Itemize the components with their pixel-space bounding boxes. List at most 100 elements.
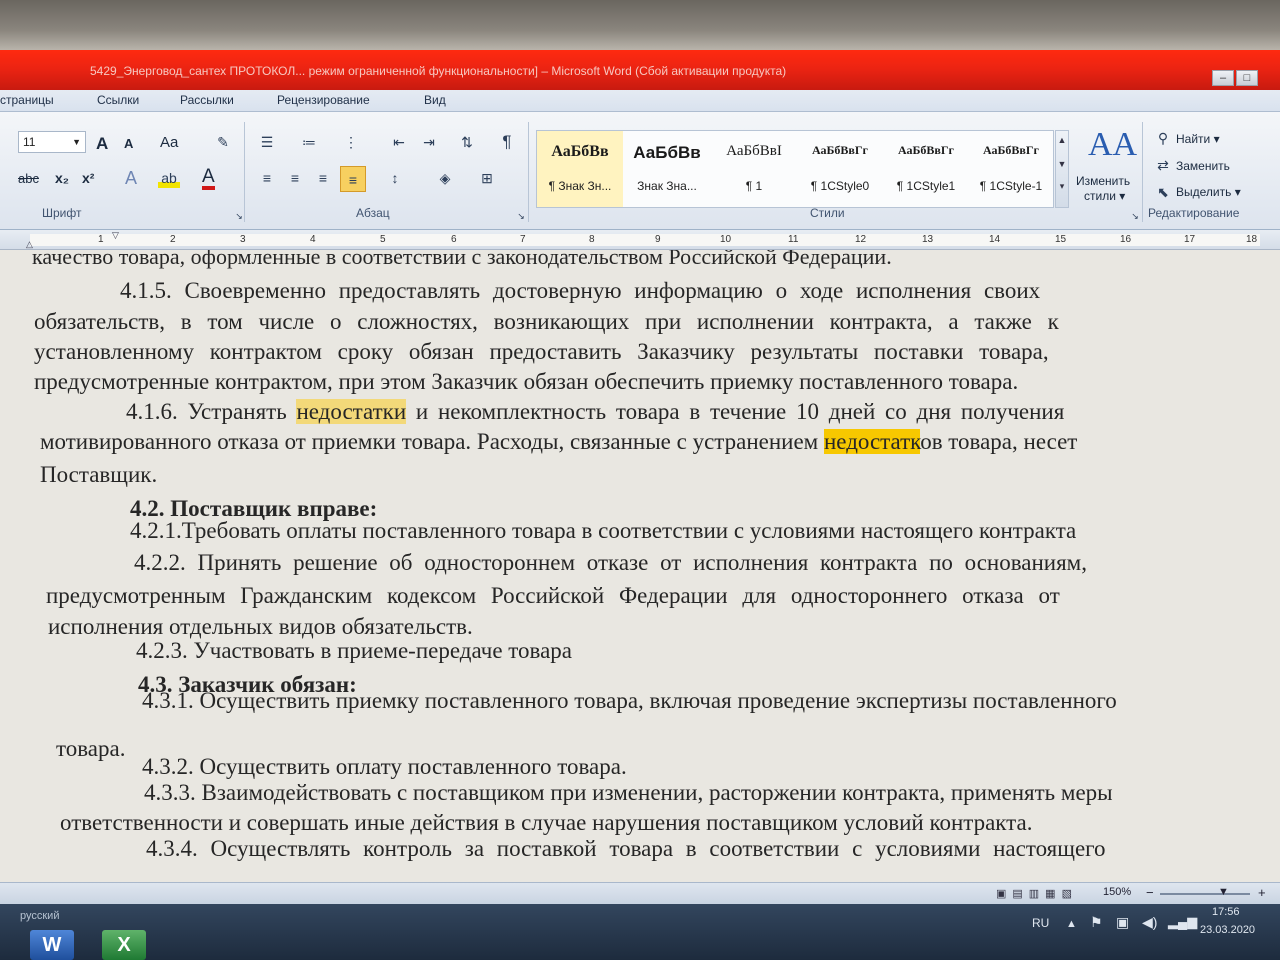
- maximize-icon[interactable]: □: [1236, 70, 1258, 86]
- zoom-thumb-icon[interactable]: ▼: [1218, 886, 1229, 898]
- style-item[interactable]: АаБбВв ¶ Знак Зн...: [537, 131, 623, 207]
- zoom-level[interactable]: 150%: [1103, 886, 1131, 898]
- bullets-icon[interactable]: ☰: [256, 132, 278, 152]
- clock-date[interactable]: 23.03.2020: [1200, 924, 1255, 936]
- doc-line: качество товара, оформленные в соответст…: [32, 250, 892, 269]
- ruler-number: 16: [1120, 234, 1132, 245]
- minimize-icon[interactable]: –: [1212, 70, 1234, 86]
- style-item[interactable]: АаБбВвI ¶ 1: [711, 131, 797, 207]
- style-sample: АаБбВв: [633, 143, 701, 162]
- ruler-number: 1: [98, 234, 104, 245]
- doc-line: исполнения отдельных видов обязательств.: [48, 614, 473, 639]
- style-item[interactable]: АаБбВвГг ¶ 1CStyle1: [883, 131, 969, 207]
- doc-line: обязательств, в том числе о сложностях, …: [34, 309, 1059, 334]
- tab-page-layout[interactable]: страницы: [0, 93, 54, 107]
- style-item[interactable]: АаБбВв Знак Зна...: [623, 131, 711, 207]
- font-size-box[interactable]: 11 ▼: [18, 131, 86, 153]
- monitor-bezel: [0, 0, 1280, 50]
- highlight-icon[interactable]: ab: [158, 168, 180, 188]
- chevron-up-icon[interactable]: ▲: [1056, 135, 1068, 145]
- doc-line: 4.3.1. Осуществить приемку поставленного…: [142, 688, 1117, 713]
- zoom-out-button[interactable]: −: [1146, 885, 1154, 900]
- zoom-slider[interactable]: [1160, 893, 1250, 895]
- ruler-number: 6: [451, 234, 457, 245]
- flag-icon[interactable]: ⚑: [1090, 914, 1103, 931]
- decrease-indent-icon[interactable]: ⇤: [388, 132, 410, 152]
- change-styles-icon[interactable]: AA: [1088, 126, 1137, 164]
- signal-icon[interactable]: ▂▄▆: [1168, 914, 1197, 930]
- ruler-track: [30, 234, 1260, 246]
- tray-arrow-icon[interactable]: ▲: [1066, 918, 1077, 930]
- network-icon[interactable]: ▣: [1116, 914, 1129, 931]
- search-highlight: недостатки: [296, 399, 407, 424]
- change-case-button[interactable]: Aa: [160, 134, 178, 151]
- group-separator: [1142, 122, 1143, 222]
- style-name: ¶ 1CStyle1: [896, 179, 956, 193]
- clear-format-icon[interactable]: ✎: [212, 132, 234, 152]
- replace-button[interactable]: Заменить: [1176, 159, 1230, 173]
- ruler-number: 7: [520, 234, 526, 245]
- select-button[interactable]: Выделить ▾: [1176, 185, 1241, 199]
- ruler-number: 13: [922, 234, 934, 245]
- gallery-scroll[interactable]: ▲ ▼ ▾: [1055, 130, 1069, 208]
- clock-time[interactable]: 17:56: [1212, 906, 1240, 918]
- left-indent-icon[interactable]: △: [26, 239, 33, 250]
- font-dialog-icon[interactable]: ↘: [228, 206, 250, 226]
- doc-line: 4.2.3. Участвовать в приеме-передаче тов…: [136, 638, 573, 663]
- binoculars-icon: ⚲: [1157, 130, 1169, 146]
- tab-view[interactable]: Вид: [424, 93, 446, 107]
- document-page[interactable]: качество товара, оформленные в соответст…: [0, 250, 1280, 882]
- chevron-down-icon[interactable]: ▼: [1056, 159, 1068, 169]
- change-styles-label[interactable]: стили ▾: [1084, 189, 1125, 203]
- ruler-number: 18: [1246, 234, 1258, 245]
- tab-mailings[interactable]: Рассылки: [180, 93, 234, 107]
- doc-line: ответственности и совершать иные действи…: [60, 810, 1033, 835]
- ruler-number: 15: [1055, 234, 1067, 245]
- ribbon-tabs: страницы Ссылки Рассылки Рецензирование …: [0, 90, 1280, 112]
- volume-icon[interactable]: ◀): [1142, 914, 1157, 931]
- excel-taskbar-button[interactable]: X: [102, 930, 146, 960]
- group-separator: [244, 122, 245, 222]
- style-item[interactable]: АаБбВвГг ¶ 1CStyle0: [797, 131, 883, 207]
- style-item[interactable]: АаБбВвГг ¶ 1CStyle-1: [969, 131, 1053, 207]
- change-styles-label[interactable]: Изменить: [1076, 174, 1130, 188]
- increase-indent-icon[interactable]: ⇥: [418, 132, 440, 152]
- group-separator: [528, 122, 529, 222]
- align-right-icon[interactable]: ≡: [312, 168, 334, 188]
- align-center-icon[interactable]: ≡: [284, 168, 306, 188]
- strikethrough-button[interactable]: abc: [18, 171, 39, 186]
- first-line-indent-icon[interactable]: ▽: [112, 230, 119, 241]
- numbering-icon[interactable]: ≔: [298, 132, 320, 152]
- sort-icon[interactable]: ⇅: [456, 132, 478, 152]
- input-language[interactable]: RU: [1032, 916, 1049, 930]
- doc-line: установленному контрактом сроку обязан п…: [34, 339, 1049, 364]
- subscript-button[interactable]: x₂: [55, 170, 69, 186]
- horizontal-ruler[interactable]: 1 2 3 4 5 6 7 8 9 10 11 12 13 14 15 16 1…: [0, 230, 1280, 250]
- tab-review[interactable]: Рецензирование: [277, 93, 370, 107]
- language-bar[interactable]: русский: [20, 910, 59, 922]
- view-buttons-icon[interactable]: ▣▤▥▦▧: [996, 887, 1078, 900]
- superscript-button[interactable]: x²: [82, 170, 94, 186]
- select-icon: ⬉: [1157, 184, 1169, 200]
- line-spacing-icon[interactable]: ↕: [384, 168, 406, 188]
- shading-icon[interactable]: ◈: [434, 168, 456, 188]
- word-taskbar-button[interactable]: W: [30, 930, 74, 960]
- justify-icon[interactable]: ≡: [340, 166, 366, 192]
- shrink-font-button[interactable]: A: [124, 136, 133, 151]
- tab-references[interactable]: Ссылки: [97, 93, 139, 107]
- ruler-number: 4: [310, 234, 316, 245]
- find-button[interactable]: Найти ▾: [1176, 132, 1220, 146]
- text-effects-icon[interactable]: A: [120, 168, 142, 188]
- borders-icon[interactable]: ⊞: [476, 168, 498, 188]
- more-icon[interactable]: ▾: [1056, 181, 1068, 192]
- grow-font-button[interactable]: A: [96, 134, 108, 154]
- search-highlight: недостатк: [823, 429, 921, 454]
- multilevel-list-icon[interactable]: ⋮: [340, 132, 362, 152]
- font-color-button[interactable]: A: [202, 167, 215, 190]
- ruler-number: 14: [989, 234, 1001, 245]
- doc-line: Поставщик.: [40, 462, 158, 487]
- font-size-value: 11: [23, 135, 36, 149]
- align-left-icon[interactable]: ≡: [256, 168, 278, 188]
- zoom-in-button[interactable]: +: [1258, 885, 1266, 900]
- pilcrow-icon[interactable]: ¶: [496, 132, 518, 152]
